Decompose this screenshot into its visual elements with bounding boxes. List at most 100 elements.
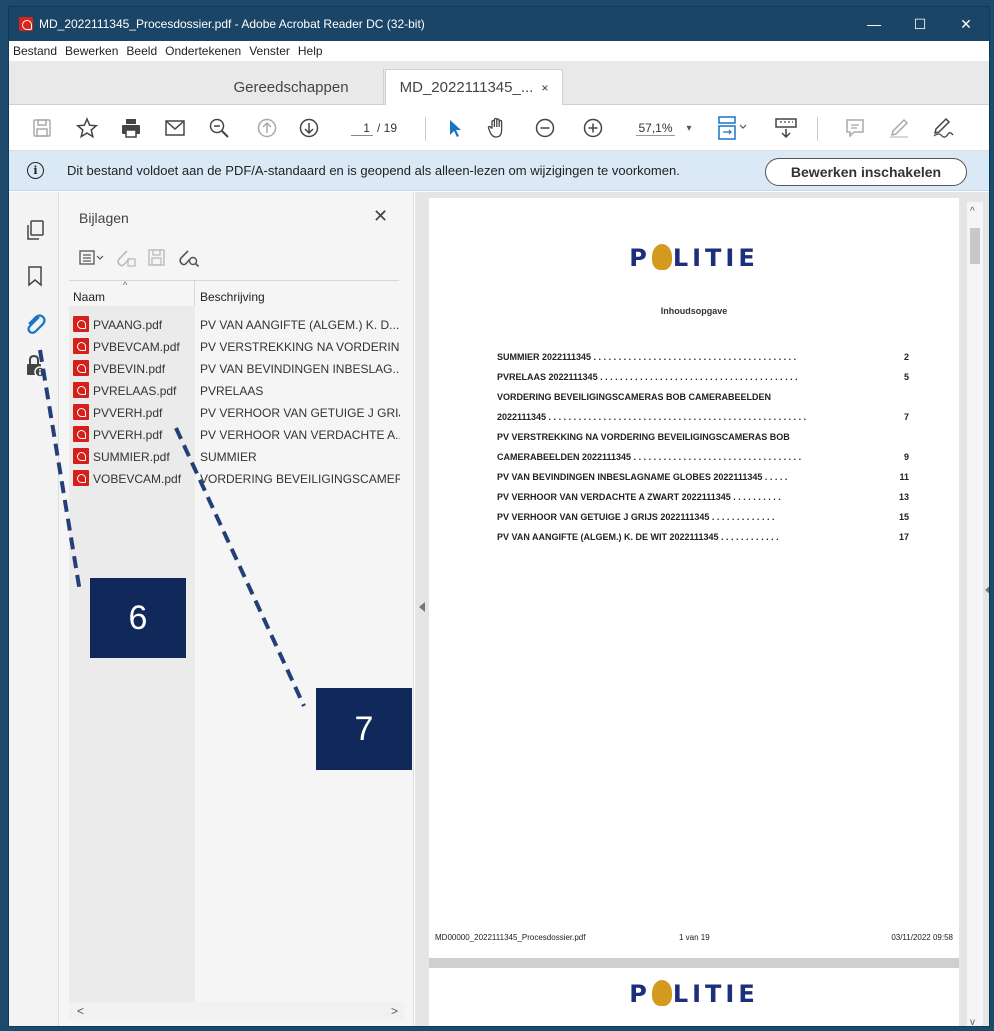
toc-entry[interactable]: 2022111345 . . . . . . . . . . . . . . .… [497, 408, 909, 428]
right-pane-arrow-icon[interactable] [985, 585, 989, 595]
column-name-header[interactable]: Naam [73, 290, 105, 304]
pdf-file-icon [73, 404, 89, 420]
toc-title: CAMERABEELDEN 2022111345 . . . . . . . .… [497, 452, 802, 462]
comment-icon[interactable] [841, 113, 869, 143]
menu-help[interactable]: Help [298, 44, 323, 58]
zoom-in-icon[interactable] [579, 113, 607, 143]
next-page-icon[interactable] [295, 113, 323, 143]
toc-title: PV VAN BEVINDINGEN INBESLAGNAME GLOBES 2… [497, 472, 788, 482]
toc-entry[interactable]: PV VERHOOR VAN VERDACHTE A ZWART 2022111… [497, 488, 909, 508]
attachment-row[interactable]: PVRELAAS.pdf PVRELAAS [69, 380, 409, 402]
sort-ascending-icon: ^ [123, 280, 128, 290]
search-attachment-icon[interactable] [177, 248, 201, 268]
politie-logo: P LITIE [429, 980, 959, 1008]
menu-venster[interactable]: Venster [249, 44, 290, 58]
toc-page: 11 [899, 472, 909, 482]
attachment-row[interactable]: PVBEVIN.pdf PV VAN BEVINDINGEN INBESLAG..… [69, 358, 409, 380]
attachment-name: PVAANG.pdf [93, 318, 163, 332]
bookmarks-icon[interactable] [23, 264, 47, 288]
document-vertical-scrollbar[interactable]: ^ v [967, 202, 983, 1026]
panel-horizontal-scrollbar[interactable]: < > [69, 1002, 404, 1020]
attachment-description: PV VAN BEVINDINGEN INBESLAG... [200, 362, 400, 376]
attachment-row[interactable]: PVVERH.pdf PV VERHOOR VAN VERDACHTE A... [69, 424, 409, 446]
menu-beeld[interactable]: Beeld [126, 44, 157, 58]
toc-title: PV VERSTREKKING NA VORDERING BEVEILIGING… [497, 432, 790, 442]
menu-ondertekenen[interactable]: Ondertekenen [165, 44, 241, 58]
page-thumbnails-icon[interactable] [23, 218, 47, 242]
toc-entry[interactable]: PVRELAAS 2022111345 . . . . . . . . . . … [497, 368, 909, 388]
zoom-dropdown[interactable]: 57,1% ▾ [629, 113, 699, 143]
info-icon: i [27, 162, 44, 179]
panel-close-icon[interactable]: ✕ [373, 206, 388, 227]
logo-text-right: LITIE [672, 244, 759, 272]
toc-title: PV VAN AANGIFTE (ALGEM.) K. DE WIT 20221… [497, 532, 779, 542]
tab-tools[interactable]: Gereedschappen [199, 69, 384, 105]
previous-page-icon[interactable] [253, 113, 281, 143]
keyboard-scroll-icon[interactable] [771, 113, 801, 143]
attachment-row[interactable]: SUMMIER.pdf SUMMIER [69, 446, 409, 468]
save-attachment-icon[interactable] [147, 248, 167, 268]
page-divider [429, 958, 959, 968]
search-icon[interactable] [205, 113, 233, 143]
zoom-out-icon[interactable] [531, 113, 559, 143]
select-arrow-icon[interactable] [443, 113, 467, 143]
options-menu-icon[interactable] [79, 249, 105, 267]
scroll-up-arrow-icon[interactable]: ^ [970, 206, 975, 217]
page-display-icon[interactable] [713, 113, 753, 143]
pdfa-info-bar: i Dit bestand voldoet aan de PDF/A-stand… [9, 151, 989, 191]
attachment-description: PV VERHOOR VAN VERDACHTE A... [200, 428, 400, 442]
toc-entry[interactable]: SUMMIER 2022111345 . . . . . . . . . . .… [497, 348, 909, 368]
print-icon[interactable] [117, 113, 145, 143]
footer-page-number: 1 van 19 [679, 933, 710, 942]
save-icon[interactable] [29, 113, 55, 143]
hand-tool-icon[interactable] [483, 113, 511, 143]
attachment-row[interactable]: PVAANG.pdf PV VAN AANGIFTE (ALGEM.) K. D.… [69, 314, 409, 336]
toc-entry[interactable]: PV VERSTREKKING NA VORDERING BEVEILIGING… [497, 428, 909, 448]
maximize-button[interactable]: ☐ [897, 7, 943, 41]
column-separator[interactable] [194, 281, 195, 307]
attachment-description: PV VAN AANGIFTE (ALGEM.) K. D... [200, 318, 400, 332]
pdf-file-icon [73, 448, 89, 464]
enable-editing-button[interactable]: Bewerken inschakelen [765, 158, 967, 186]
menu-bewerken[interactable]: Bewerken [65, 44, 118, 58]
security-lock-icon[interactable] [23, 354, 47, 378]
sign-icon[interactable] [929, 113, 959, 143]
page-number-input[interactable]: 1 [350, 121, 373, 136]
attachments-paperclip-icon[interactable] [23, 312, 47, 336]
menu-bestand[interactable]: Bestand [13, 44, 57, 58]
toc-entry[interactable]: PV VAN BEVINDINGEN INBESLAGNAME GLOBES 2… [497, 468, 909, 488]
attachment-row[interactable]: PVVERH.pdf PV VERHOOR VAN GETUIGE J GRIJS [69, 402, 409, 424]
close-window-button[interactable]: ✕ [943, 7, 989, 41]
toc-entry[interactable]: CAMERABEELDEN 2022111345 . . . . . . . .… [497, 448, 909, 468]
toc-title: PVRELAAS 2022111345 . . . . . . . . . . … [497, 372, 798, 382]
scroll-left-arrow-icon[interactable]: < [77, 1004, 84, 1018]
bookmark-star-icon[interactable] [73, 113, 101, 143]
footer-date: 03/11/2022 09:58 [891, 933, 953, 942]
pdf-file-icon [73, 470, 89, 486]
attachment-row[interactable]: VOBEVCAM.pdf VORDERING BEVEILIGINGSCAMER.… [69, 468, 409, 490]
attachment-name: PVVERH.pdf [93, 428, 163, 442]
tab-close-icon[interactable]: × [541, 81, 548, 95]
attachment-row[interactable]: PVBEVCAM.pdf PV VERSTREKKING NA VORDERIN.… [69, 336, 409, 358]
toc-entry[interactable]: PV VERHOOR VAN GETUIGE J GRIJS 202211134… [497, 508, 909, 528]
email-icon[interactable] [161, 113, 189, 143]
collapse-panel-arrow-icon[interactable] [419, 602, 425, 612]
tab-document[interactable]: MD_2022111345_... × [385, 69, 563, 105]
add-attachment-icon[interactable] [115, 248, 137, 268]
attachment-name: PVBEVCAM.pdf [93, 340, 180, 354]
main-toolbar: 1 / 19 57,1% ▾ [9, 105, 989, 151]
minimize-button[interactable]: — [851, 7, 897, 41]
politie-logo: P LITIE [429, 244, 959, 272]
toc-title: PV VERHOOR VAN VERDACHTE A ZWART 2022111… [497, 492, 781, 502]
tab-tools-label: Gereedschappen [233, 78, 349, 96]
column-description-header[interactable]: Beschrijving [200, 290, 265, 304]
scroll-right-arrow-icon[interactable]: > [391, 1004, 398, 1018]
toc-entry[interactable]: VORDERING BEVEILIGINGSCAMERAS BOB CAMERA… [497, 388, 909, 408]
toc-entry[interactable]: PV VAN AANGIFTE (ALGEM.) K. DE WIT 20221… [497, 528, 909, 548]
scroll-thumb[interactable] [970, 228, 980, 264]
document-view[interactable]: P LITIE Inhoudsopgave SUMMIER 2022111345 … [415, 192, 989, 1026]
highlight-pen-icon[interactable] [885, 113, 913, 143]
politie-flame-icon [651, 980, 672, 1006]
toc-page: 17 [898, 532, 909, 542]
scroll-down-arrow-icon[interactable]: v [970, 1017, 975, 1026]
